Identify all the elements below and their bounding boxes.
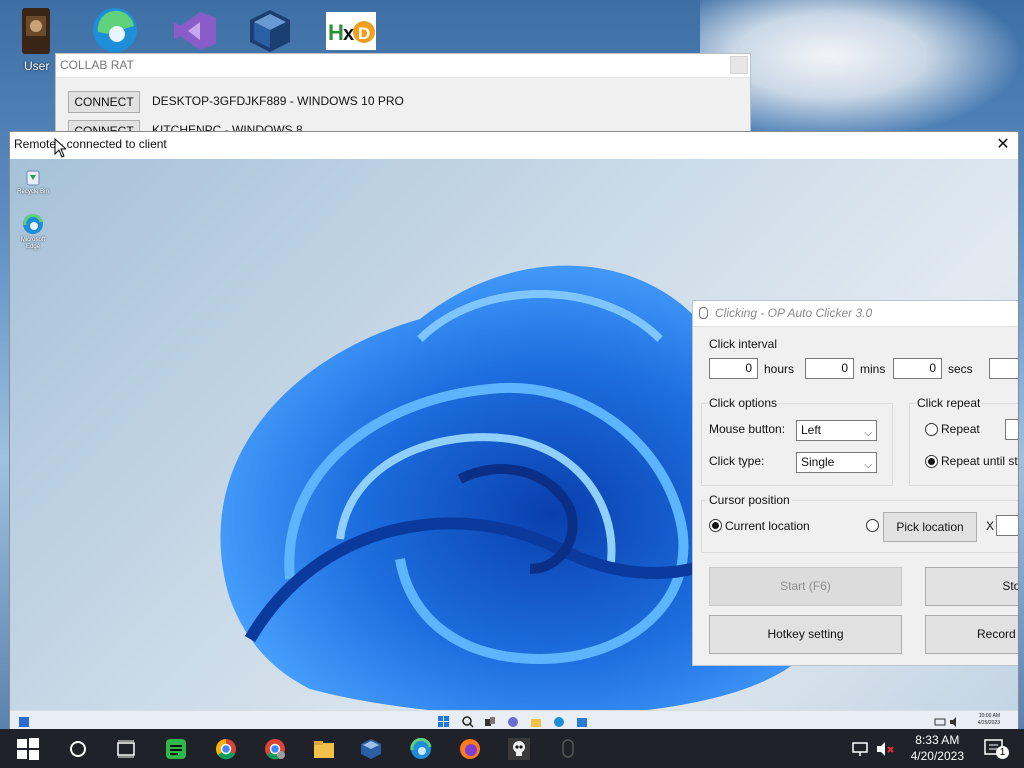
task-view-icon[interactable] (484, 716, 496, 728)
remote-titlebar[interactable]: Remote - connected to client ✕ (10, 132, 1018, 159)
cursor-position-label: Cursor position (707, 493, 792, 507)
current-location-label: Current location (725, 519, 810, 533)
start-button[interactable]: Start (F6) (709, 567, 902, 606)
notification-count-badge: 1 (996, 746, 1009, 759)
mouse-cursor-icon (54, 138, 66, 158)
user-folder-icon[interactable] (14, 6, 64, 54)
click-interval-label: Click interval (709, 337, 778, 351)
firefox-icon[interactable] (459, 738, 481, 760)
remote-screen[interactable]: Recycle Bin Microsoft Edge 10:00 AM 4/29… (10, 159, 1018, 730)
recycle-bin-label: Recycle Bin (17, 189, 49, 195)
virtualbox-icon[interactable] (246, 6, 296, 54)
secs-label: secs (948, 362, 973, 376)
click-type-label: Click type: (709, 454, 765, 468)
chrome-user-icon[interactable] (264, 738, 286, 760)
start-icon[interactable] (438, 716, 450, 728)
client-name: DESKTOP-3GFDJKF889 - WINDOWS 10 PRO (152, 94, 404, 108)
op-auto-clicker-window: Clicking - OP Auto Clicker 3.0 – Click i… (692, 300, 1018, 666)
recycle-bin-icon[interactable]: Recycle Bin (14, 165, 52, 196)
collab-rat-titlebar[interactable]: COLLAB RAT (56, 54, 750, 78)
file-explorer-icon[interactable] (530, 716, 542, 728)
virtualbox-icon[interactable] (360, 738, 382, 760)
search-icon[interactable] (67, 738, 89, 760)
collab-rat-title: COLLAB RAT (60, 58, 134, 72)
edge-icon[interactable] (90, 4, 140, 52)
mouse-button-label: Mouse button: (709, 422, 786, 436)
click-repeat-label: Click repeat (915, 396, 983, 410)
edge-icon[interactable]: Microsoft Edge (14, 213, 52, 251)
auto-clicker-titlebar[interactable]: Clicking - OP Auto Clicker 3.0 – (693, 301, 1018, 327)
remote-close-button[interactable]: ✕ (994, 136, 1012, 154)
ms-input[interactable]: 10 (989, 358, 1018, 379)
skull-icon[interactable] (508, 738, 530, 760)
x-coordinate-input[interactable] (996, 515, 1018, 536)
svg-text:x: x (343, 23, 354, 45)
repeat-label: Repeat (941, 422, 980, 436)
current-location-radio[interactable] (709, 519, 722, 532)
visual-studio-icon[interactable] (170, 8, 220, 56)
volume-icon[interactable] (948, 716, 960, 728)
widgets-icon[interactable] (18, 716, 30, 728)
x-label: X (986, 519, 995, 533)
host-clock[interactable]: 8:33 AM 4/20/2023 (911, 732, 964, 764)
mouse-app-icon[interactable] (557, 738, 579, 760)
repeat-count-input[interactable]: 1 (1005, 419, 1018, 440)
collab-rat-window: COLLAB RAT CONNECT DESKTOP-3GFDJKF889 - … (55, 53, 751, 143)
pick-location-button[interactable]: Pick location (883, 512, 977, 542)
host-taskbar: 8:33 AM 4/20/2023 1 (0, 729, 1024, 768)
mins-label: mins (860, 362, 886, 376)
remote-clock[interactable]: 10:00 AM 4/29/2023 (978, 713, 1000, 727)
pick-location-radio[interactable] (866, 519, 879, 532)
spotify-like-icon[interactable] (165, 738, 187, 760)
click-type-select[interactable]: Single ⌵ (796, 452, 877, 473)
repeat-radio[interactable] (925, 423, 938, 436)
file-explorer-icon[interactable] (313, 738, 335, 760)
notification-center-icon[interactable]: 1 (983, 737, 1009, 761)
click-options-label: Click options (707, 396, 780, 410)
windows-start-icon[interactable] (17, 738, 39, 760)
svg-text:H: H (328, 20, 344, 45)
host-clock-date: 4/20/2023 (910, 749, 964, 763)
secs-input[interactable]: 0 (893, 358, 942, 379)
chevron-down-icon: ⌵ (864, 428, 872, 439)
repeat-until-stopped-label: Repeat until stopped (941, 454, 1018, 468)
stop-button[interactable]: Stop (925, 567, 1018, 606)
chrome-icon[interactable] (215, 738, 237, 760)
remote-clock-time: 10:00 AM (978, 713, 1000, 719)
record-playback-button[interactable]: Record & Playback (925, 615, 1018, 654)
edge-label: Microsoft Edge (20, 237, 46, 250)
task-view-icon[interactable] (115, 738, 137, 760)
volume-muted-icon[interactable] (875, 739, 897, 761)
chevron-down-icon: ⌵ (864, 460, 872, 471)
mouse-button-value: Left (801, 423, 822, 437)
network-icon[interactable] (851, 739, 873, 761)
remote-title: Remote - connected to client (14, 137, 167, 151)
chat-icon[interactable] (507, 716, 519, 728)
hotkey-setting-button[interactable]: Hotkey setting (709, 615, 902, 654)
auto-clicker-title: Clicking - OP Auto Clicker 3.0 (715, 306, 873, 320)
store-icon[interactable] (576, 716, 588, 728)
click-repeat-group (909, 403, 1018, 486)
user-folder-label: User (24, 59, 50, 73)
remote-desktop-window: Remote - connected to client ✕ Recycle B… (9, 131, 1019, 731)
svg-text:D: D (358, 24, 370, 43)
repeat-until-stopped-radio[interactable] (925, 455, 938, 468)
remote-clock-date: 4/29/2023 (977, 720, 1000, 726)
host-clock-time: 8:33 AM (915, 733, 960, 747)
collab-rat-close-button[interactable] (730, 56, 748, 74)
edge-icon[interactable] (553, 716, 565, 728)
mins-input[interactable]: 0 (805, 358, 854, 379)
network-icon[interactable] (934, 716, 946, 728)
click-type-value: Single (801, 455, 835, 469)
edge-icon[interactable] (410, 738, 432, 760)
hours-label: hours (764, 362, 795, 376)
hours-input[interactable]: 0 (709, 358, 758, 379)
search-icon[interactable] (462, 716, 474, 728)
remote-taskbar: 10:00 AM 4/29/2023 (10, 710, 1018, 730)
mouse-icon (699, 307, 708, 319)
connect-button[interactable]: CONNECT (68, 91, 140, 113)
mouse-button-select[interactable]: Left ⌵ (796, 420, 877, 441)
